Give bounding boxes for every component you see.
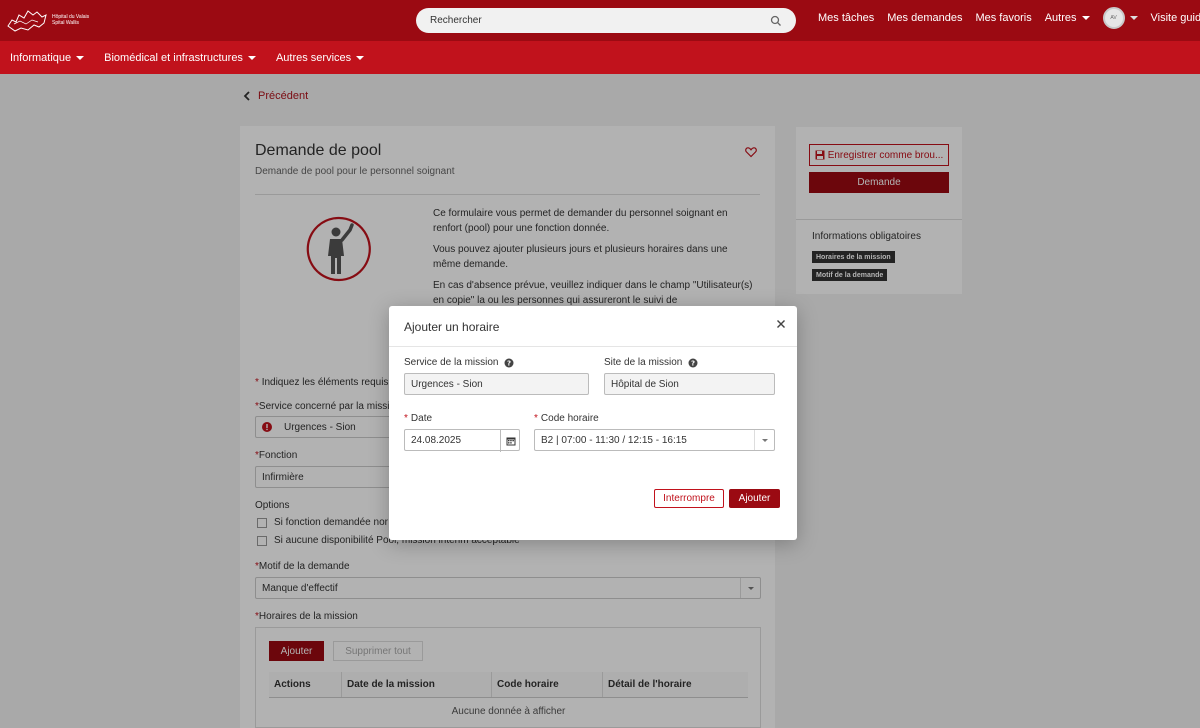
nav-my-favorites[interactable]: Mes favoris bbox=[975, 12, 1031, 24]
add-button[interactable]: Ajouter bbox=[729, 489, 780, 508]
mission-service-label-text: Service de la mission bbox=[404, 357, 499, 368]
mission-service-field[interactable]: Urgences - Sion bbox=[404, 373, 589, 395]
mission-site-label-text: Site de la mission bbox=[604, 357, 683, 368]
logo-line2: Spital Wallis bbox=[52, 20, 80, 26]
date-label: * Date bbox=[404, 413, 433, 424]
mission-site-label: Site de la mission ? bbox=[604, 357, 698, 368]
divider bbox=[389, 346, 797, 347]
search-input[interactable]: Rechercher bbox=[416, 8, 796, 33]
hospital-logo[interactable]: Hôpital du Valais Spital Wallis bbox=[6, 3, 92, 37]
search-icon[interactable] bbox=[770, 15, 782, 27]
nav-informatique-label: Informatique bbox=[10, 51, 72, 64]
nav-other-services[interactable]: Autres services bbox=[275, 51, 365, 64]
cancel-button[interactable]: Interrompre bbox=[654, 489, 724, 508]
svg-text:?: ? bbox=[691, 359, 695, 367]
nav-my-requests[interactable]: Mes demandes bbox=[887, 12, 962, 24]
help-icon[interactable]: ? bbox=[688, 358, 698, 368]
chevron-down-icon bbox=[356, 55, 365, 60]
category-nav: Informatique Biomédical et infrastructur… bbox=[0, 41, 1200, 74]
date-input[interactable]: 24.08.2025 bbox=[404, 429, 520, 452]
chevron-down-icon bbox=[247, 55, 256, 60]
nav-others-label: Autres bbox=[1044, 12, 1077, 24]
mission-service-label: Service de la mission ? bbox=[404, 357, 514, 368]
nav-biomedical[interactable]: Biomédical et infrastructures bbox=[104, 52, 256, 64]
svg-text:?: ? bbox=[507, 359, 511, 367]
mission-site-field[interactable]: Hôpital de Sion bbox=[604, 373, 775, 395]
add-schedule-modal: Ajouter un horaire Service de la mission… bbox=[389, 306, 797, 540]
avatar: AV bbox=[1102, 7, 1125, 29]
help-icon[interactable]: ? bbox=[504, 358, 514, 368]
modal-title: Ajouter un horaire bbox=[404, 320, 500, 334]
chevron-down-icon bbox=[76, 55, 85, 60]
nav-other-services-label: Autres services bbox=[275, 51, 352, 64]
time-code-label-text: Code horaire bbox=[540, 413, 599, 424]
nav-informatique[interactable]: Informatique bbox=[10, 51, 85, 64]
chevron-down-icon[interactable] bbox=[754, 430, 774, 450]
chevron-down-icon bbox=[1081, 16, 1090, 21]
close-icon[interactable] bbox=[775, 318, 787, 330]
guided-tour-link[interactable]: Visite guidée bbox=[1151, 12, 1200, 24]
calendar-icon bbox=[506, 437, 515, 446]
calendar-button[interactable] bbox=[500, 430, 520, 452]
chevron-down-icon bbox=[1129, 16, 1138, 20]
valais-map-icon bbox=[7, 10, 47, 32]
user-menu[interactable]: AV bbox=[1102, 7, 1138, 29]
nav-biomedical-label: Biomédical et infrastructures bbox=[104, 51, 243, 64]
nav-others[interactable]: Autres bbox=[1045, 12, 1090, 24]
date-value: 24.08.2025 bbox=[411, 434, 462, 446]
top-bar: Hôpital du Valais Spital Wallis Recherch… bbox=[0, 0, 1200, 41]
date-label-text: Date bbox=[410, 413, 433, 424]
nav-my-tasks[interactable]: Mes tâches bbox=[818, 12, 874, 24]
search-placeholder: Rechercher bbox=[430, 15, 482, 26]
time-code-value: B2 | 07:00 - 11:30 / 12:15 - 16:15 bbox=[541, 434, 687, 446]
top-nav: Mes tâches Mes demandes Mes favoris Autr… bbox=[818, 0, 1200, 36]
time-code-label: * Code horaire bbox=[534, 413, 599, 424]
time-code-select[interactable]: B2 | 07:00 - 11:30 / 12:15 - 16:15 bbox=[534, 429, 775, 451]
